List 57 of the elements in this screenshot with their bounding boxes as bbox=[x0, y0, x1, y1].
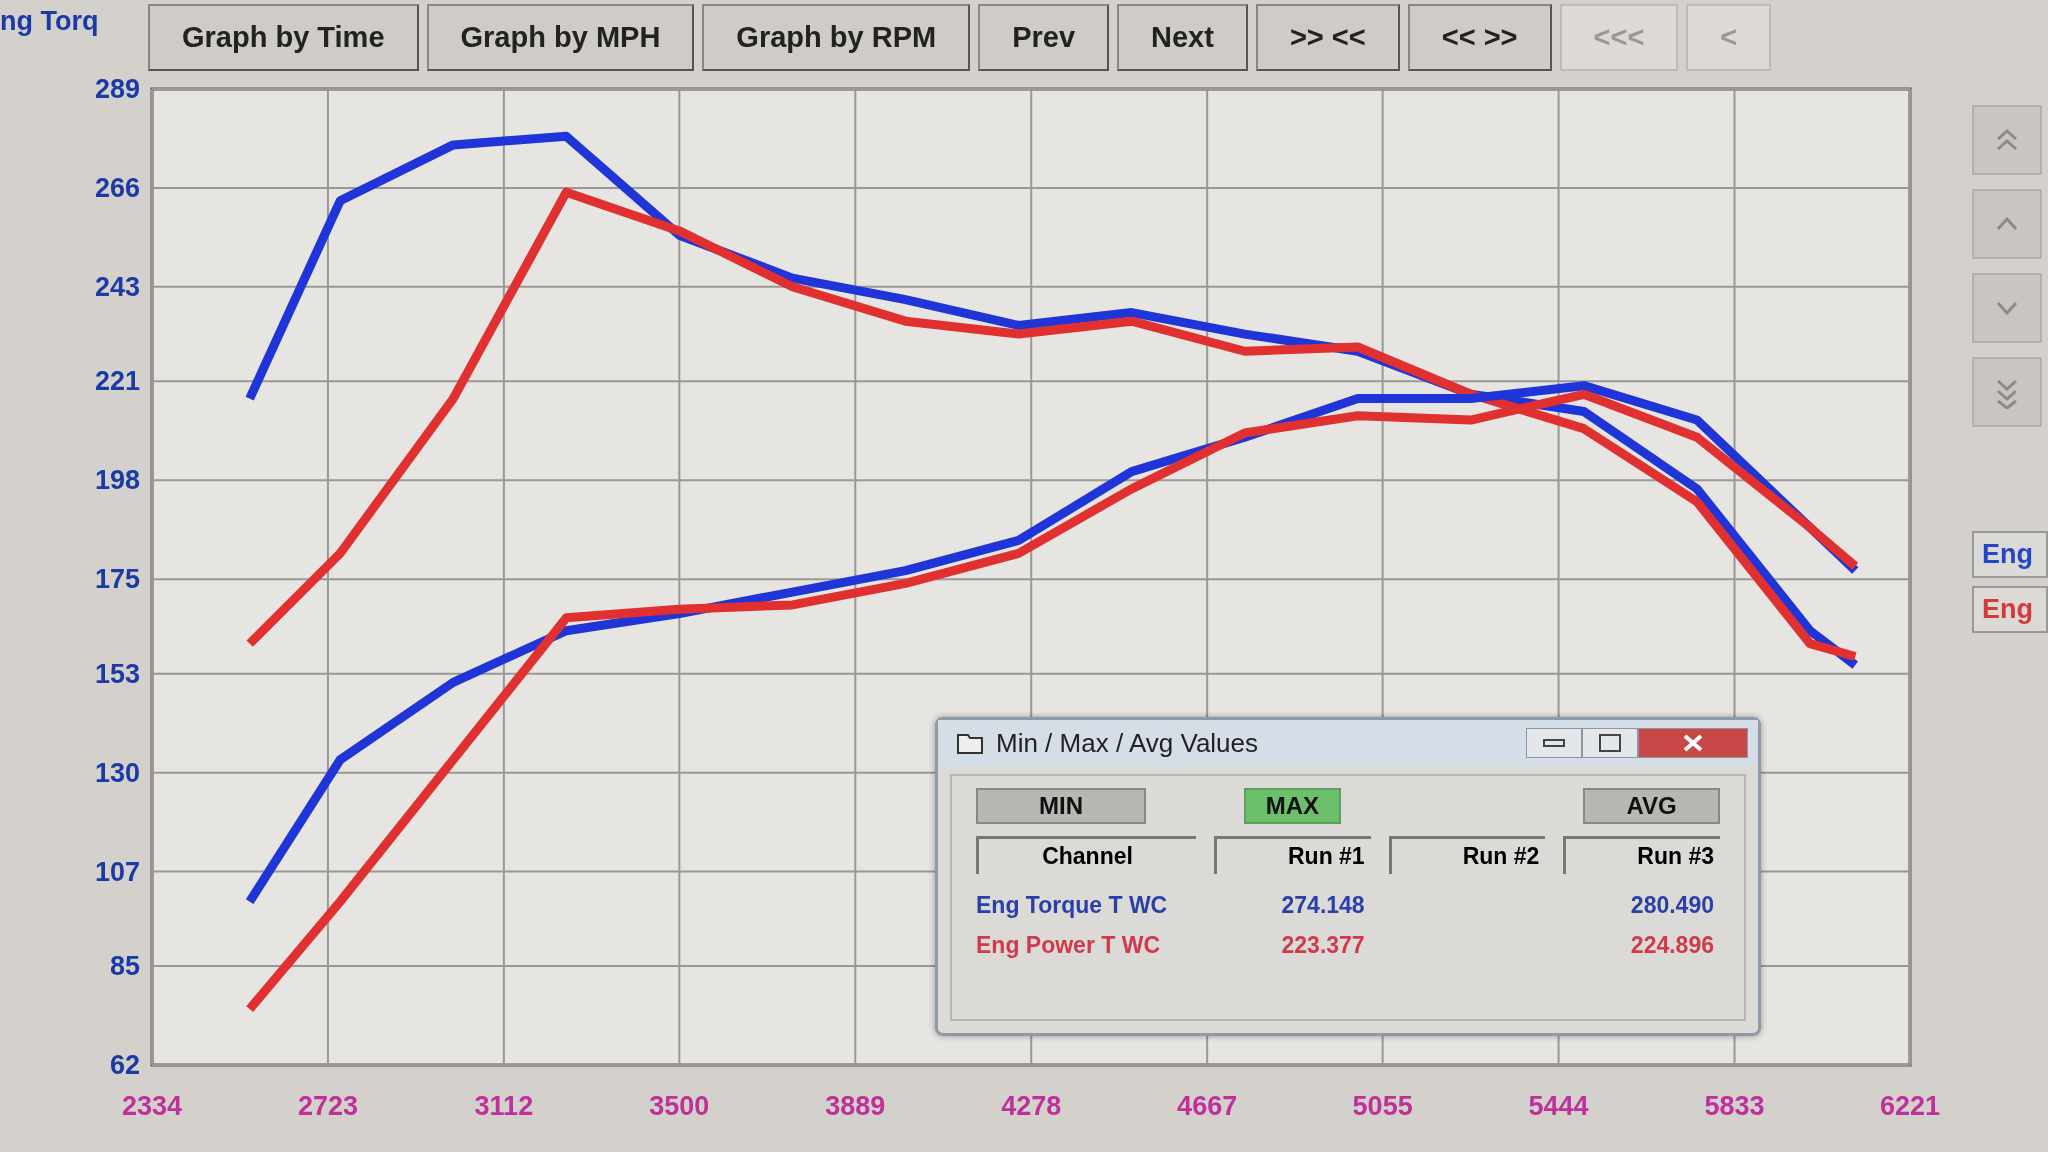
mode-button[interactable]: MAX bbox=[1244, 788, 1341, 824]
legend-entry: Eng bbox=[1972, 531, 2048, 578]
window-title: Min / Max / Avg Values bbox=[996, 727, 1260, 759]
close-button[interactable] bbox=[1638, 728, 1748, 758]
toolbar-button[interactable]: Graph by RPM bbox=[702, 4, 971, 71]
x-tick-label: 3889 bbox=[825, 1091, 886, 1121]
toolbar-button[interactable]: Graph by Time bbox=[148, 4, 419, 71]
minimize-icon bbox=[1543, 739, 1565, 747]
axis-title: ng Torq bbox=[0, 5, 100, 38]
x-tick-label: 2334 bbox=[121, 1091, 183, 1121]
y-tick-label: 62 bbox=[109, 1050, 140, 1080]
y-tick-label: 175 bbox=[94, 564, 140, 595]
scroll-down-button[interactable] bbox=[1972, 273, 2042, 343]
value-cell-text: 223.377 bbox=[1280, 931, 1366, 960]
column-header: Run #3 bbox=[1563, 836, 1720, 874]
maximize-icon bbox=[1599, 734, 1621, 752]
x-tick-label: 3500 bbox=[649, 1091, 710, 1121]
x-tick-label: 5833 bbox=[1704, 1091, 1765, 1121]
scroll-down-button[interactable] bbox=[1972, 357, 2042, 427]
y-tick-label: 266 bbox=[94, 172, 140, 203]
minimize-button[interactable] bbox=[1526, 728, 1582, 758]
x-tick-label: 6221 bbox=[1879, 1091, 1941, 1121]
close-icon bbox=[1682, 734, 1704, 752]
column-header: Channel bbox=[976, 836, 1196, 874]
mode-button[interactable]: MIN bbox=[976, 788, 1146, 824]
column-header: Run #1 bbox=[1214, 836, 1371, 874]
y-tick-label: 289 bbox=[94, 75, 140, 104]
y-tick-label: 85 bbox=[109, 951, 140, 982]
x-tick-label: 2723 bbox=[297, 1091, 358, 1121]
maximize-button[interactable] bbox=[1582, 728, 1638, 758]
window-icon bbox=[956, 731, 984, 755]
value-cell-text: 280.490 bbox=[1629, 891, 1715, 920]
scroll-up-button[interactable] bbox=[1972, 189, 2042, 259]
toolbar-button[interactable]: >> << bbox=[1255, 4, 1400, 71]
x-tick-label: 4278 bbox=[1001, 1091, 1062, 1121]
x-tick-label: 5055 bbox=[1352, 1091, 1413, 1121]
y-tick-label: 198 bbox=[94, 465, 140, 496]
x-tick-label: 3112 bbox=[474, 1091, 534, 1121]
value-cell-text: 274.148 bbox=[1280, 891, 1366, 920]
scroll-up-button[interactable] bbox=[1972, 105, 2042, 175]
y-tick-label: 130 bbox=[94, 757, 140, 788]
y-tick-label: 107 bbox=[94, 856, 140, 887]
toolbar-button[interactable]: << >> bbox=[1407, 4, 1552, 71]
channel-name: Eng Power T WC bbox=[976, 931, 1161, 960]
x-tick-label: 4667 bbox=[1177, 1091, 1238, 1121]
toolbar-button[interactable]: Prev bbox=[978, 4, 1110, 71]
y-tick-label: 243 bbox=[94, 271, 140, 302]
toolbar-button[interactable]: Graph by MPH bbox=[426, 4, 695, 71]
channel-name: Eng Torque T WC bbox=[976, 891, 1169, 920]
x-tick-label: 5444 bbox=[1528, 1091, 1589, 1121]
y-tick-label: 153 bbox=[94, 658, 140, 689]
value-cell-text: 224.896 bbox=[1629, 931, 1715, 960]
y-tick-label: 221 bbox=[94, 366, 140, 397]
column-header: Run #2 bbox=[1388, 836, 1546, 874]
toolbar-button[interactable]: Next bbox=[1117, 4, 1248, 71]
mode-button[interactable]: AVG bbox=[1583, 788, 1720, 824]
legend-entry: Eng bbox=[1972, 586, 2048, 633]
